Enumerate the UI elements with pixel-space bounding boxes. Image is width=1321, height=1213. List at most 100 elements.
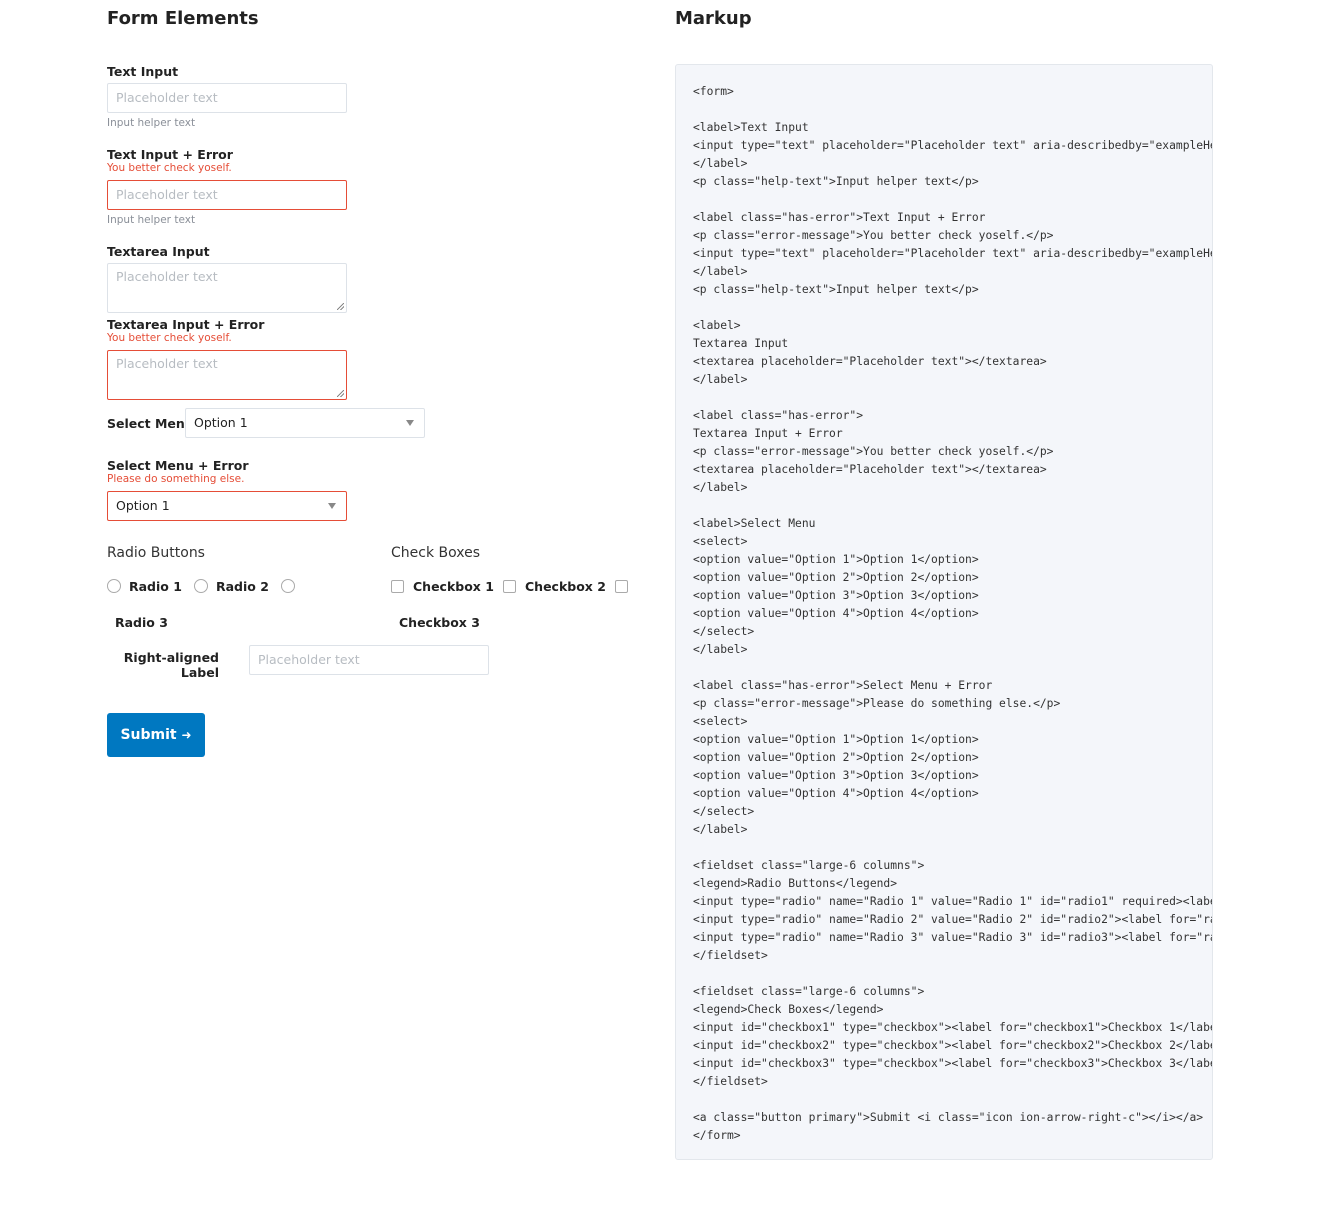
code-line: <input id="checkbox1" type="checkbox"><l… xyxy=(693,1021,1213,1034)
code-line: <textarea placeholder="Placeholder text"… xyxy=(693,355,1047,368)
code-line: <option value="Option 1">Option 1</optio… xyxy=(693,553,979,566)
code-line: <label> xyxy=(693,319,741,332)
checkbox-2-label[interactable]: Checkbox 2 xyxy=(525,579,606,594)
code-content: <form> <label>Text Input <input type="tex… xyxy=(693,83,1213,1145)
text-input-error[interactable]: Placeholder text xyxy=(107,180,347,210)
code-line: <p class="error-message">You better chec… xyxy=(693,229,1054,242)
code-line: <option value="Option 4">Option 4</optio… xyxy=(693,607,979,620)
submit-button[interactable]: Submit ➜ xyxy=(107,713,205,757)
text-input-placeholder: Placeholder text xyxy=(116,90,218,105)
resize-handle-icon[interactable] xyxy=(337,390,344,397)
code-line: <label class="has-error">Text Input + Er… xyxy=(693,211,986,224)
code-line: </label> xyxy=(693,373,748,386)
radio-2[interactable] xyxy=(194,579,208,593)
code-line: </select> xyxy=(693,625,755,638)
code-line: </fieldset> xyxy=(693,949,768,962)
caret-down-icon xyxy=(328,503,336,509)
textarea-error-placeholder: Placeholder text xyxy=(116,356,218,371)
select-menu-error-message: Please do something else. xyxy=(107,473,245,485)
code-line: <option value="Option 3">Option 3</optio… xyxy=(693,769,979,782)
select-menu-error[interactable]: Option 1 xyxy=(107,491,347,521)
code-line: <p class="error-message">You better chec… xyxy=(693,445,1054,458)
text-input-error-helper: Input helper text xyxy=(107,214,196,226)
arrow-right-icon: ➜ xyxy=(181,728,192,742)
code-line: <option value="Option 1">Option 1</optio… xyxy=(693,733,979,746)
select-menu-error-label: Select Menu + Error xyxy=(107,458,249,473)
textarea-error-message: You better check yoself. xyxy=(107,332,232,344)
radio-3[interactable] xyxy=(281,579,295,593)
code-line: </label> xyxy=(693,481,748,494)
text-input[interactable]: Placeholder text xyxy=(107,83,347,113)
code-line: <input type="text" placeholder="Placehol… xyxy=(693,247,1213,260)
code-line: <textarea placeholder="Placeholder text"… xyxy=(693,463,1047,476)
text-input-error-placeholder: Placeholder text xyxy=(116,187,218,202)
checkbox-2[interactable] xyxy=(503,580,516,593)
code-line: <label class="has-error">Select Menu + E… xyxy=(693,679,993,692)
submit-label: Submit xyxy=(120,727,177,743)
code-line: <label>Select Menu xyxy=(693,517,816,530)
textarea-input[interactable]: Placeholder text xyxy=(107,263,347,313)
code-line: </fieldset> xyxy=(693,1075,768,1088)
code-line: </label> xyxy=(693,823,748,836)
checkbox-1-label[interactable]: Checkbox 1 xyxy=(413,579,494,594)
right-aligned-input[interactable]: Placeholder text xyxy=(249,645,489,675)
code-line: </label> xyxy=(693,643,748,656)
checkbox-3-label[interactable]: Checkbox 3 xyxy=(399,615,480,630)
code-block: <form> <label>Text Input <input type="tex… xyxy=(675,64,1213,1160)
textarea-placeholder: Placeholder text xyxy=(116,269,218,284)
radio-1-label[interactable]: Radio 1 xyxy=(129,579,182,594)
code-line: <input type="radio" name="Radio 2" value… xyxy=(693,913,1213,926)
markup-title: Markup xyxy=(675,8,752,29)
select-menu-value: Option 1 xyxy=(194,415,248,430)
code-line: <label class="has-error"> xyxy=(693,409,864,422)
select-menu-error-value: Option 1 xyxy=(116,498,170,513)
code-line: <label>Text Input xyxy=(693,121,809,134)
code-line: <legend>Check Boxes</legend> xyxy=(693,1003,884,1016)
code-line: </select> xyxy=(693,805,755,818)
code-line: </label> xyxy=(693,157,748,170)
checkbox-1[interactable] xyxy=(391,580,404,593)
code-line: <form> xyxy=(693,85,734,98)
code-line: <p class="help-text">Input helper text</… xyxy=(693,283,979,296)
code-line: <option value="Option 4">Option 4</optio… xyxy=(693,787,979,800)
caret-down-icon xyxy=(406,420,414,426)
code-line: <input id="checkbox3" type="checkbox"><l… xyxy=(693,1057,1213,1070)
radio-2-label[interactable]: Radio 2 xyxy=(216,579,269,594)
right-aligned-label-line1: Right-aligned xyxy=(123,650,219,665)
check-boxes-legend: Check Boxes xyxy=(391,545,481,561)
text-input-helper: Input helper text xyxy=(107,117,196,129)
code-line: <input type="radio" name="Radio 3" value… xyxy=(693,931,1213,944)
checkbox-3[interactable] xyxy=(615,580,628,593)
code-line: <option value="Option 2">Option 2</optio… xyxy=(693,751,979,764)
code-line: <option value="Option 2">Option 2</optio… xyxy=(693,571,979,584)
right-aligned-label-line2: Label xyxy=(180,665,219,680)
radio-buttons-legend: Radio Buttons xyxy=(107,545,205,561)
select-menu[interactable]: Option 1 xyxy=(185,408,425,438)
text-input-error-message: You better check yoself. xyxy=(107,162,232,174)
code-line: <input type="radio" name="Radio 1" value… xyxy=(693,895,1213,908)
textarea-error-label: Textarea Input + Error xyxy=(107,317,265,332)
text-input-error-label: Text Input + Error xyxy=(107,147,233,162)
code-line: <a class="button primary">Submit <i clas… xyxy=(693,1111,1204,1124)
code-line: <p class="help-text">Input helper text</… xyxy=(693,175,979,188)
radio-1[interactable] xyxy=(107,579,121,593)
textarea-error-input[interactable]: Placeholder text xyxy=(107,350,347,400)
code-line: <fieldset class="large-6 columns"> xyxy=(693,985,925,998)
text-input-label: Text Input xyxy=(107,64,179,79)
code-line: <legend>Radio Buttons</legend> xyxy=(693,877,898,890)
code-line: <fieldset class="large-6 columns"> xyxy=(693,859,925,872)
code-line: <p class="error-message">Please do somet… xyxy=(693,697,1061,710)
code-line: </form> xyxy=(693,1129,741,1142)
resize-handle-icon[interactable] xyxy=(337,303,344,310)
code-line: <select> xyxy=(693,535,748,548)
radio-3-label[interactable]: Radio 3 xyxy=(115,615,168,630)
code-line: <input id="checkbox2" type="checkbox"><l… xyxy=(693,1039,1213,1052)
